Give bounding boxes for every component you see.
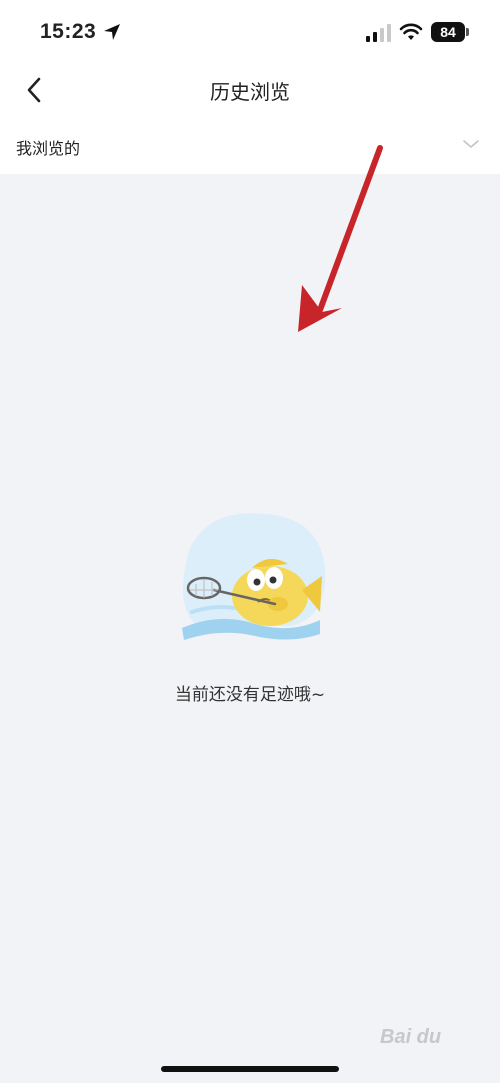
home-indicator[interactable] [161,1066,339,1072]
signal-icon [366,24,391,42]
page-title: 历史浏览 [210,80,290,104]
filter-label: 我浏览的 [16,139,81,158]
status-bar: 15:23 84 [0,0,500,64]
wifi-icon [399,23,423,40]
watermark-logo: Bai du [380,1026,442,1048]
fish-with-net-icon [182,513,326,640]
filter-dropdown[interactable]: 我浏览的 [0,116,500,174]
status-time: 15:23 [40,20,97,43]
red-arrow-icon [298,145,383,332]
battery-tip [466,28,469,36]
battery-icon: 84 [431,22,465,42]
nav-bar: 历史浏览 [0,64,500,116]
empty-state-message: 当前还没有足迹哦~ [174,685,326,705]
location-arrow-icon [104,24,120,40]
chevron-down-icon[interactable] [462,138,480,150]
